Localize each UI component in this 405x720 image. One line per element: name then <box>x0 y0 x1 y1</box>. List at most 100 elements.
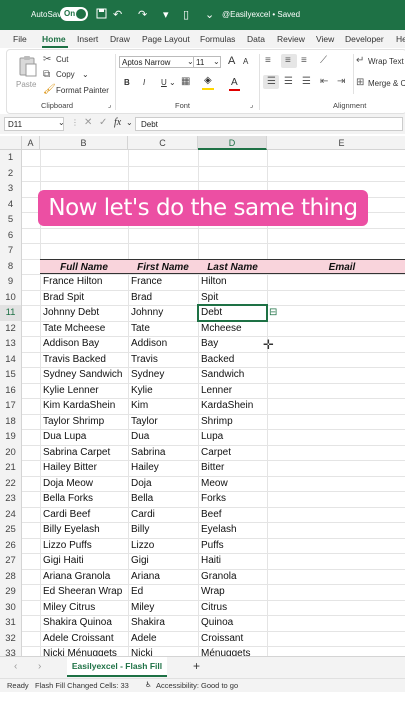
tab-view[interactable]: View <box>316 34 334 44</box>
prev-sheet-icon[interactable]: ‹ <box>14 661 17 672</box>
fill-color-icon[interactable]: ◈ <box>204 75 212 86</box>
align-center-icon[interactable]: ☰ <box>284 76 293 87</box>
column-header-c[interactable]: C <box>128 136 198 150</box>
format-painter-icon[interactable]: 🖌 <box>43 84 56 95</box>
formula-input[interactable]: Debt <box>135 117 403 131</box>
table-header-cell[interactable]: Email <box>267 258 405 274</box>
table-cell[interactable]: Backed <box>198 352 267 368</box>
table-cell[interactable]: Granola <box>198 569 267 585</box>
row-header-26[interactable]: 26 <box>0 537 22 553</box>
row-header-9[interactable]: 9 <box>0 274 22 290</box>
align-top-icon[interactable]: ≡ <box>265 55 271 66</box>
align-right-icon[interactable]: ☰ <box>302 76 311 87</box>
underline-dropdown-icon[interactable]: ⌄ <box>169 78 176 87</box>
table-cell[interactable]: Travis Backed <box>40 352 128 368</box>
table-cell[interactable]: Gigi <box>128 553 198 569</box>
cancel-icon[interactable]: ✕ <box>84 117 92 128</box>
row-header-2[interactable]: 2 <box>0 165 22 181</box>
row-header-22[interactable]: 22 <box>0 475 22 491</box>
table-cell[interactable]: Lizzo <box>128 538 198 554</box>
fx-dropdown-icon[interactable]: ⌄ <box>126 118 133 127</box>
copy-icon[interactable]: ⧉ <box>43 69 50 80</box>
table-header-cell[interactable]: First Name <box>128 258 198 274</box>
table-cell[interactable]: Meow <box>198 476 267 492</box>
row-header-7[interactable]: 7 <box>0 243 22 259</box>
save-icon[interactable] <box>96 8 107 22</box>
table-cell[interactable]: KardaShein <box>198 398 267 414</box>
table-cell[interactable]: Haiti <box>198 553 267 569</box>
table-cell[interactable]: Lizzo Puffs <box>40 538 128 554</box>
row-header-27[interactable]: 27 <box>0 553 22 569</box>
row-header-31[interactable]: 31 <box>0 615 22 631</box>
table-cell[interactable]: Kylie Lenner <box>40 383 128 399</box>
tab-page-layout[interactable]: Page Layout <box>142 34 190 44</box>
table-cell[interactable]: Hailey <box>128 460 198 476</box>
decrease-indent-icon[interactable]: ⇤ <box>320 76 328 87</box>
touch-mode-icon[interactable]: ▯ <box>183 8 189 21</box>
font-name-select[interactable]: Aptos Narrow <box>119 56 195 68</box>
paste-button[interactable]: Paste <box>16 80 36 89</box>
row-header-15[interactable]: 15 <box>0 367 22 383</box>
table-cell[interactable]: Sydney Sandwich <box>40 367 128 383</box>
redo-icon[interactable]: ↷ <box>138 8 147 21</box>
row-header-30[interactable]: 30 <box>0 599 22 615</box>
table-cell[interactable]: Miley <box>128 600 198 616</box>
row-header-13[interactable]: 13 <box>0 336 22 352</box>
name-box-dropdown-icon[interactable]: ⌄ <box>58 118 65 127</box>
row-header-33[interactable]: 33 <box>0 646 22 656</box>
table-cell[interactable]: Bay <box>198 336 267 352</box>
table-header-cell[interactable]: Full Name <box>40 258 128 274</box>
table-cell[interactable]: France Hilton <box>40 274 128 290</box>
row-header-23[interactable]: 23 <box>0 491 22 507</box>
align-bottom-icon[interactable]: ≡ <box>301 55 307 66</box>
table-cell[interactable]: Johnny Debt <box>40 305 128 321</box>
table-cell[interactable]: Shrimp <box>198 414 267 430</box>
row-header-21[interactable]: 21 <box>0 460 22 476</box>
row-header-8[interactable]: 8 <box>0 258 22 274</box>
table-cell[interactable]: Billy Eyelash <box>40 522 128 538</box>
table-cell[interactable]: Bella <box>128 491 198 507</box>
column-header-e[interactable]: E <box>267 136 405 150</box>
cut-icon[interactable]: ✂ <box>43 54 51 65</box>
undo-icon[interactable]: ↶ <box>113 8 122 21</box>
orientation-icon[interactable]: ⟋ <box>320 55 327 66</box>
table-cell[interactable]: Kim KardaShein <box>40 398 128 414</box>
table-cell[interactable]: Shakira <box>128 615 198 631</box>
row-header-16[interactable]: 16 <box>0 382 22 398</box>
row-header-29[interactable]: 29 <box>0 584 22 600</box>
table-cell[interactable]: Lupa <box>198 429 267 445</box>
table-cell[interactable]: Kim <box>128 398 198 414</box>
row-header-12[interactable]: 12 <box>0 320 22 336</box>
table-cell[interactable]: Ed Sheeran Wrap <box>40 584 128 600</box>
next-sheet-icon[interactable]: › <box>38 661 41 672</box>
row-header-19[interactable]: 19 <box>0 429 22 445</box>
table-cell[interactable]: Cardi Beef <box>40 507 128 523</box>
table-cell[interactable]: Croissant <box>198 631 267 647</box>
cut-button[interactable]: Cut <box>56 55 68 64</box>
more-options-icon[interactable]: ⋮ <box>71 118 79 127</box>
enter-icon[interactable]: ✓ <box>99 117 107 128</box>
table-cell[interactable]: Tate Mcheese <box>40 321 128 337</box>
column-header-a[interactable]: A <box>22 136 40 150</box>
table-cell[interactable]: Cardi <box>128 507 198 523</box>
flash-fill-options-icon[interactable]: ⊟ <box>269 307 277 318</box>
tab-data[interactable]: Data <box>247 34 265 44</box>
row-header-6[interactable]: 6 <box>0 227 22 243</box>
copy-dropdown-icon[interactable]: ⌄ <box>82 70 89 79</box>
merge-icon[interactable]: ⊞ <box>356 77 364 88</box>
table-cell[interactable]: Beef <box>198 507 267 523</box>
table-cell[interactable]: Travis <box>128 352 198 368</box>
table-cell[interactable]: Tate <box>128 321 198 337</box>
table-cell[interactable]: France <box>128 274 198 290</box>
tab-insert[interactable]: Insert <box>77 34 98 44</box>
insert-function-button[interactable]: fx <box>114 117 121 128</box>
active-cell-selection[interactable] <box>197 304 268 322</box>
table-cell[interactable]: Gigi Haiti <box>40 553 128 569</box>
column-header-d[interactable]: D <box>198 136 267 150</box>
table-cell[interactable]: Taylor <box>128 414 198 430</box>
table-cell[interactable]: Doja Meow <box>40 476 128 492</box>
table-cell[interactable]: Adele Croissant <box>40 631 128 647</box>
table-cell[interactable]: Sydney <box>128 367 198 383</box>
table-cell[interactable]: Sandwich <box>198 367 267 383</box>
table-cell[interactable]: Billy <box>128 522 198 538</box>
